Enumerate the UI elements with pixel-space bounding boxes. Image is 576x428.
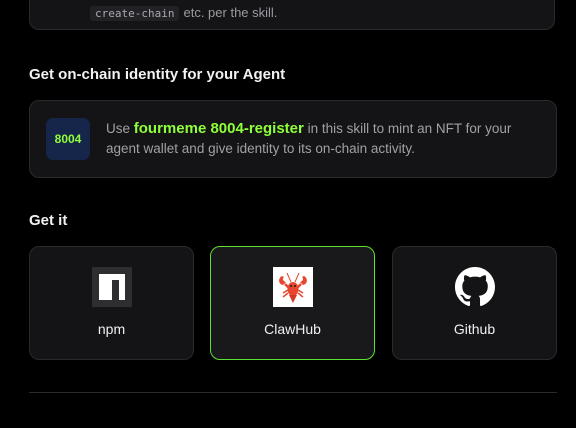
npm-icon (91, 267, 132, 307)
npm-option-card[interactable]: npm (29, 246, 194, 360)
page: create-chain etc. per the skill. Get on-c… (0, 0, 576, 428)
register-command-link[interactable]: fourmeme 8004-register (134, 120, 304, 137)
section-divider (29, 392, 557, 393)
previous-section-suffix: etc. per the skill. (183, 5, 278, 20)
identity-description: Use fourmeme 8004-register in this skill… (106, 119, 546, 159)
identity-card: 8004 Use fourmeme 8004-register in this … (29, 100, 557, 178)
github-icon (454, 267, 495, 307)
identity-text-prefix: Use (106, 121, 134, 136)
lobster-icon (272, 267, 313, 307)
clawhub-label: ClawHub (264, 321, 321, 337)
identity-section-title: Get on-chain identity for your Agent (29, 66, 286, 83)
get-it-section-title: Get it (29, 212, 68, 229)
clawhub-option-card[interactable]: ClawHub (210, 246, 375, 360)
github-option-card[interactable]: Github (392, 246, 557, 360)
badge-8004-icon: 8004 (46, 118, 90, 160)
github-label: Github (453, 321, 496, 337)
npm-label: npm (97, 321, 126, 337)
previous-section-card: create-chain etc. per the skill. (29, 0, 555, 30)
create-chain-code: create-chain (90, 6, 180, 21)
previous-section-text: create-chain etc. per the skill. (90, 5, 278, 21)
